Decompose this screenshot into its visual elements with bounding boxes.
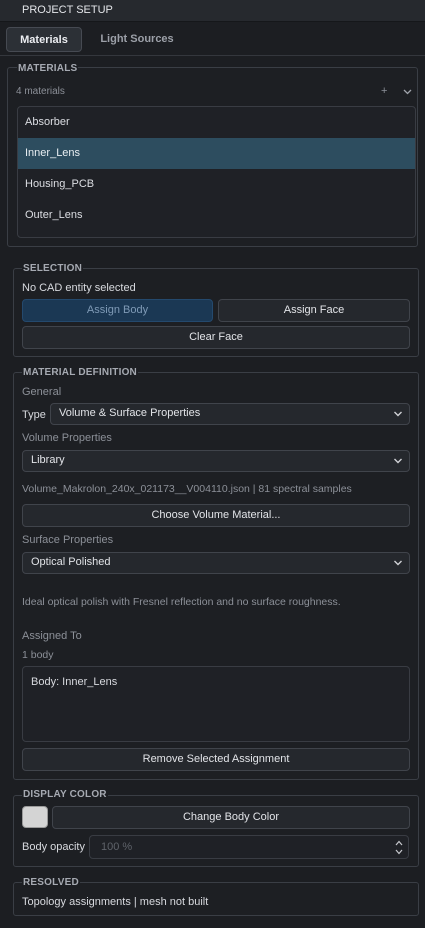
volume-select[interactable]: Library (22, 450, 410, 472)
resolved-title: RESOLVED (22, 877, 80, 888)
volume-select-value: Library (31, 454, 65, 466)
assigned-to-label: Assigned To (22, 630, 82, 642)
materials-count: 4 materials (16, 86, 65, 97)
type-select[interactable]: Volume & Surface Properties (50, 403, 410, 425)
material-item-absorber[interactable]: Absorber (18, 107, 415, 138)
surface-properties-label: Surface Properties (22, 534, 114, 546)
remove-assignment-button[interactable]: Remove Selected Assignment (22, 748, 410, 771)
spin-arrows-icon[interactable] (395, 839, 403, 856)
selection-status: No CAD entity selected (22, 282, 136, 294)
material-item-inner-lens[interactable]: Inner_Lens (18, 138, 415, 169)
material-item-housing-pcb[interactable]: Housing_PCB (18, 169, 415, 200)
material-item-outer-lens[interactable]: Outer_Lens (18, 200, 415, 231)
volume-file-info: Volume_Makrolon_240x_021173__V004110.jso… (22, 483, 352, 495)
chevron-down-icon (394, 411, 402, 417)
body-opacity-label: Body opacity (22, 841, 85, 853)
tab-bar: Materials Light Sources (0, 24, 425, 56)
surface-select-value: Optical Polished (31, 556, 111, 568)
panel-titlebar: PROJECT SETUP (0, 0, 425, 22)
chevron-down-icon (394, 458, 402, 464)
assign-face-button[interactable]: Assign Face (218, 299, 410, 322)
assigned-item[interactable]: Body: Inner_Lens (31, 676, 117, 688)
general-label: General (22, 386, 62, 398)
choose-volume-material-button[interactable]: Choose Volume Material... (22, 504, 410, 527)
panel-title: PROJECT SETUP (22, 4, 113, 16)
materials-list: Absorber Inner_Lens Housing_PCB Outer_Le… (17, 106, 416, 238)
chevron-down-icon (394, 560, 402, 566)
display-color-title: DISPLAY COLOR (22, 789, 108, 800)
color-swatch[interactable] (22, 806, 48, 828)
surface-description: Ideal optical polish with Fresnel reflec… (22, 596, 341, 608)
add-material-button[interactable]: + (381, 85, 387, 97)
resolved-status: Topology assignments | mesh not built (22, 896, 209, 908)
body-opacity-spinbox[interactable]: 100 % (89, 835, 409, 859)
body-opacity-value: 100 % (101, 841, 133, 853)
surface-select[interactable]: Optical Polished (22, 552, 410, 574)
tab-light-sources[interactable]: Light Sources (90, 27, 184, 52)
assigned-list[interactable]: Body: Inner_Lens (22, 666, 410, 742)
change-body-color-button[interactable]: Change Body Color (52, 806, 410, 829)
tab-materials[interactable]: Materials (6, 27, 82, 52)
volume-properties-label: Volume Properties (22, 432, 112, 444)
chevron-down-icon[interactable] (403, 89, 412, 95)
assign-body-button[interactable]: Assign Body (22, 299, 213, 322)
material-definition-title: MATERIAL DEFINITION (22, 367, 138, 378)
type-select-value: Volume & Surface Properties (59, 407, 201, 419)
selection-group-title: SELECTION (22, 263, 84, 274)
clear-face-button[interactable]: Clear Face (22, 326, 410, 349)
materials-group-title: MATERIALS (17, 63, 79, 74)
type-label: Type (22, 409, 46, 421)
assigned-count: 1 body (22, 649, 54, 661)
